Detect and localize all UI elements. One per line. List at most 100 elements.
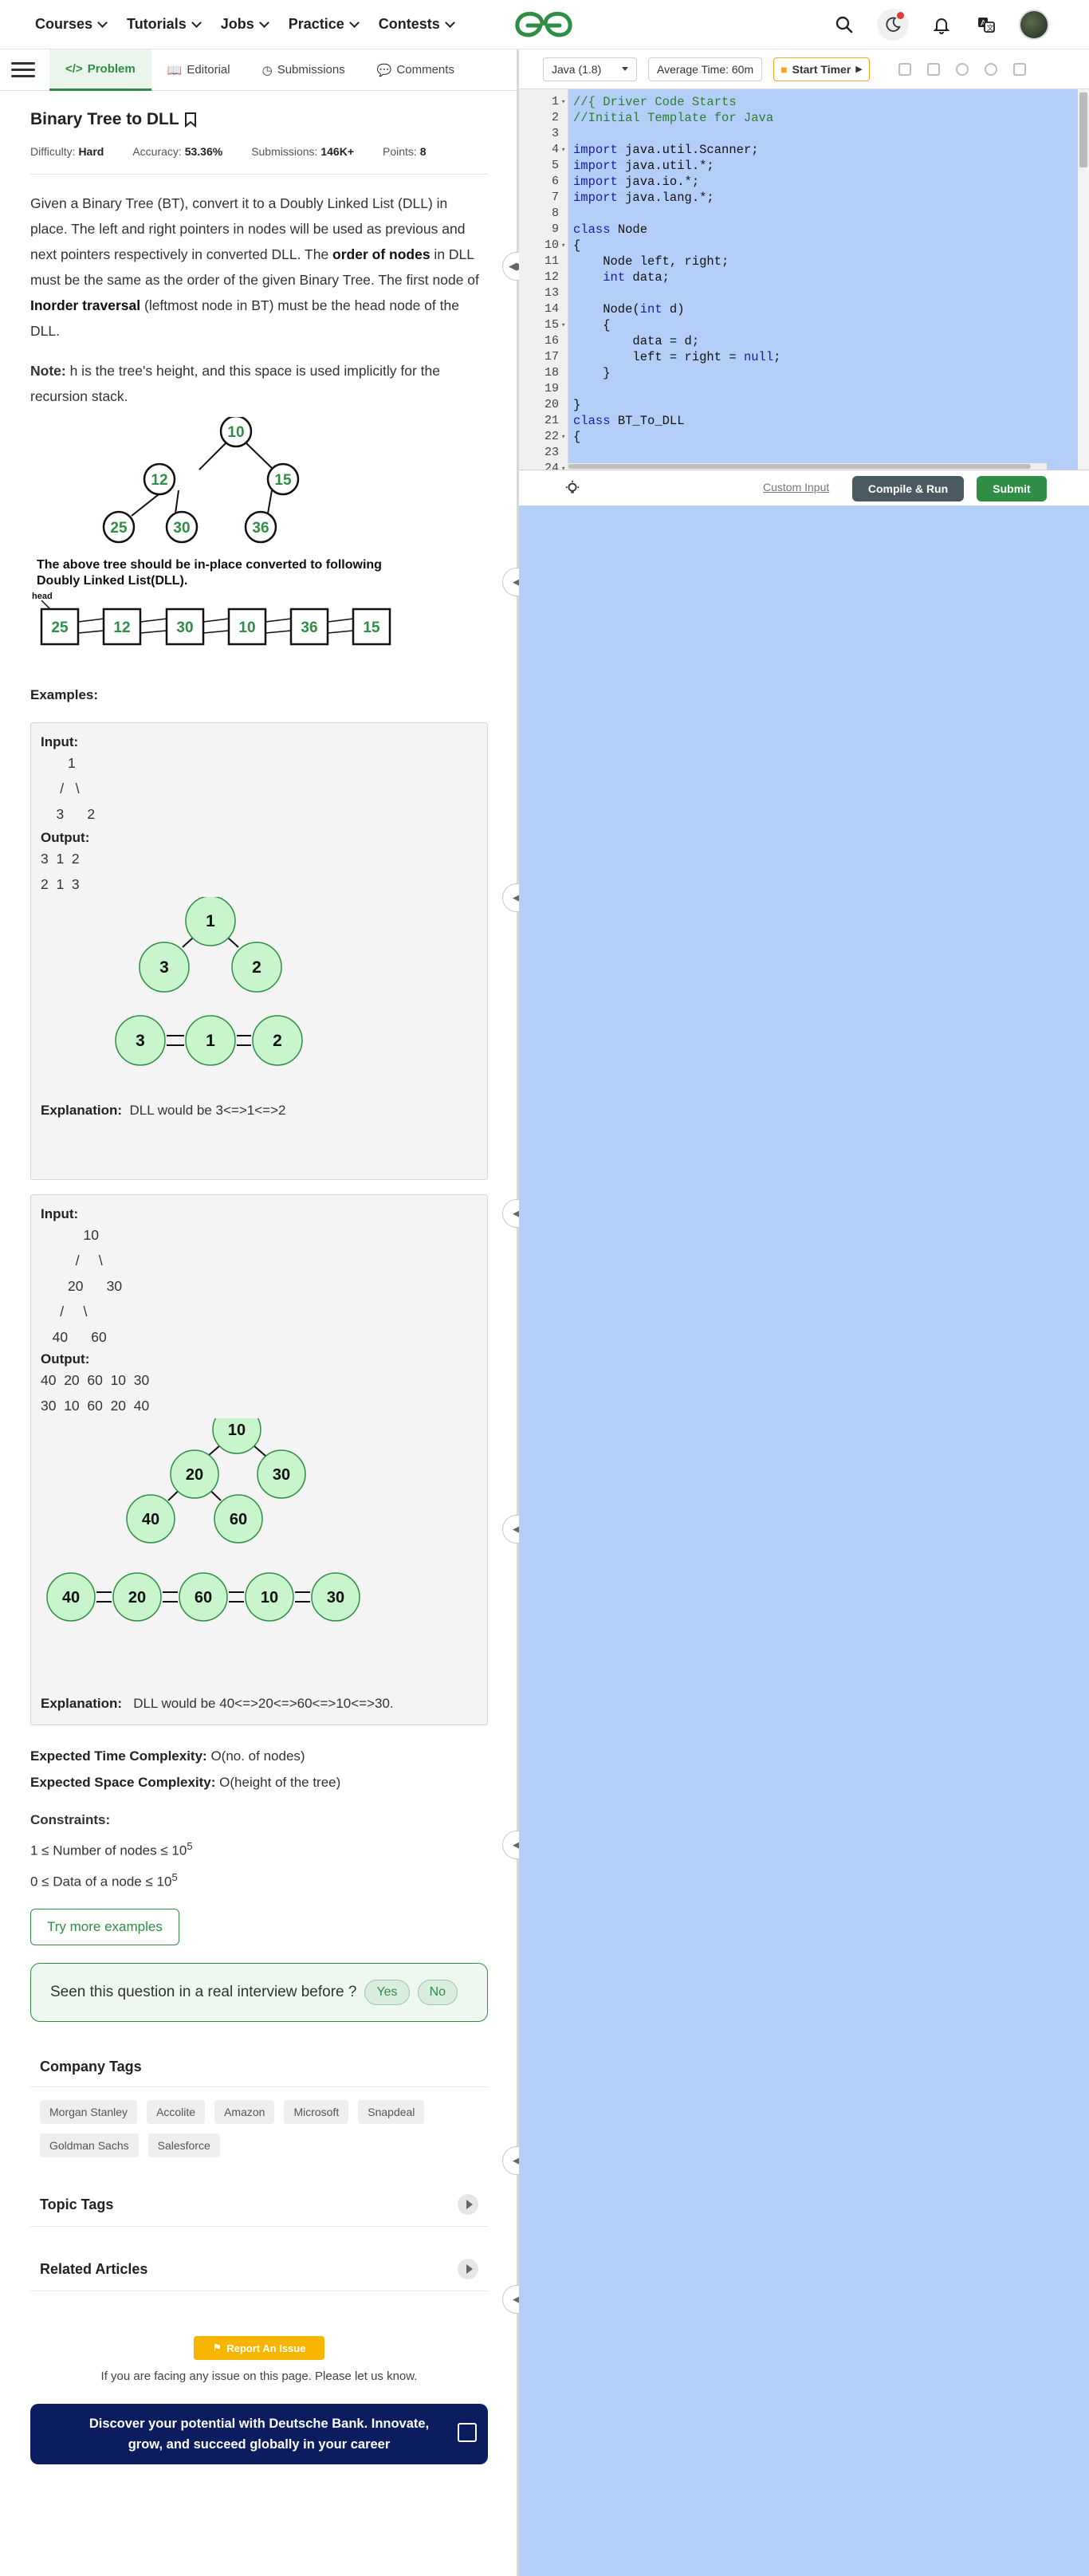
- expand-arrow-icon[interactable]: [458, 2194, 478, 2216]
- code-text: data = d;: [573, 334, 700, 348]
- expand-arrow-icon[interactable]: [458, 2259, 478, 2280]
- fig1-dll-12: 12: [113, 619, 130, 636]
- tab-editorial[interactable]: 📖 Editorial: [151, 49, 246, 91]
- ex1-input-line-2: / \: [41, 781, 80, 796]
- company-tags-heading: Company Tags: [30, 2059, 488, 2088]
- nav-practice[interactable]: Practice: [289, 16, 360, 33]
- ex1-tree-node-2: 2: [252, 958, 261, 977]
- editor-vertical-scrollbar[interactable]: [1078, 89, 1089, 470]
- time-complexity: Expected Time Complexity: O(no. of nodes…: [30, 1748, 305, 1764]
- gfg-logo[interactable]: [512, 8, 576, 40]
- nav-jobs[interactable]: Jobs: [221, 16, 269, 33]
- bell-icon[interactable]: [930, 13, 953, 37]
- problem-note: Note: h is the tree's height, and this s…: [30, 363, 440, 404]
- start-timer-button[interactable]: ■ Start Timer ▶: [773, 57, 870, 81]
- nav-courses[interactable]: Courses: [35, 16, 108, 33]
- company-tag[interactable]: Morgan Stanley: [40, 2100, 138, 2125]
- average-time: Average Time: 60m: [648, 57, 763, 81]
- chevron-down-icon: [97, 17, 108, 28]
- company-tag[interactable]: Amazon: [214, 2100, 275, 2125]
- ex1-explanation: Explanation: DLL would be 3<=>1<=>2: [41, 1103, 286, 1118]
- fold-toggle-icon[interactable]: ▾: [561, 142, 565, 158]
- search-icon[interactable]: [832, 13, 856, 37]
- tab-submissions-label: Submissions: [277, 63, 345, 77]
- fullscreen-icon[interactable]: [1012, 62, 1026, 76]
- ex2-tree-node-60: 60: [230, 1511, 247, 1528]
- line-number: 12: [544, 270, 559, 284]
- ex1-output-line-2: 2 1 3: [41, 876, 80, 892]
- yes-button[interactable]: Yes: [364, 1980, 410, 2006]
- problem-description: Given a Binary Tree (BT), convert it to …: [30, 195, 479, 339]
- related-articles-heading[interactable]: Related Articles: [30, 2259, 488, 2292]
- lightbulb-icon[interactable]: [564, 480, 581, 498]
- ex2-output-line-1: 40 20 60 10 30: [41, 1372, 150, 1388]
- user-avatar[interactable]: [1019, 10, 1049, 40]
- copy-icon[interactable]: [898, 62, 911, 76]
- editor-horizontal-scrollbar[interactable]: [568, 463, 1047, 470]
- no-button[interactable]: No: [417, 1980, 458, 2006]
- custom-input-link[interactable]: Custom Input: [763, 481, 829, 494]
- company-tag[interactable]: Goldman Sachs: [40, 2134, 139, 2158]
- ex2-dll-20: 20: [128, 1589, 146, 1607]
- bookmark-icon[interactable]: [184, 112, 197, 128]
- upload-icon[interactable]: [926, 62, 940, 76]
- tab-editorial-label: Editorial: [187, 63, 230, 77]
- dark-mode-toggle[interactable]: [877, 9, 909, 41]
- nav-tutorials-label: Tutorials: [127, 16, 187, 32]
- code-text: class Node: [573, 222, 648, 237]
- report-issue-button[interactable]: ⚑ Report An Issue: [194, 2336, 324, 2361]
- tab-comments[interactable]: 💬 Comments: [361, 49, 470, 91]
- company-tag[interactable]: Snapdeal: [358, 2100, 425, 2125]
- ex2-input-line-1: 10: [41, 1227, 99, 1243]
- line-number: 3: [551, 127, 559, 140]
- problem-title-row: Binary Tree to DLL: [30, 110, 488, 129]
- company-tag[interactable]: Accolite: [147, 2100, 206, 2125]
- ex2-output-line-2: 30 10 60 20 40: [41, 1398, 150, 1414]
- code-text: {: [573, 238, 581, 253]
- try-more-examples-button[interactable]: Try more examples: [30, 1909, 179, 1946]
- reset-icon[interactable]: [984, 62, 997, 76]
- line-number: 9: [551, 222, 559, 236]
- promo-banner[interactable]: Discover your potential with Deutsche Ba…: [30, 2404, 488, 2465]
- ex2-input-line-5: 40 60: [41, 1329, 107, 1345]
- fold-toggle-icon[interactable]: ▾: [561, 94, 565, 110]
- line-number: 13: [544, 286, 559, 300]
- settings-icon[interactable]: [955, 62, 969, 76]
- translate-icon[interactable]: A文: [974, 13, 998, 37]
- company-tag[interactable]: Microsoft: [284, 2100, 349, 2125]
- constraints: Constraints: 1 ≤ Number of nodes ≤ 105 0…: [30, 1807, 488, 1894]
- external-link-icon[interactable]: [458, 2423, 477, 2443]
- line-number: 19: [544, 382, 559, 395]
- hamburger-menu-icon[interactable]: [11, 62, 35, 77]
- ex2-dll-40: 40: [62, 1589, 80, 1607]
- language-select[interactable]: Java (1.8): [543, 57, 637, 81]
- ex2-dll-10: 10: [261, 1589, 278, 1607]
- tab-comments-label: Comments: [396, 63, 454, 77]
- line-number: 21: [544, 414, 559, 427]
- caret-down-icon: [622, 67, 628, 71]
- ex1-dll-3: 3: [136, 1032, 145, 1050]
- line-number: 8: [551, 206, 559, 220]
- start-timer-label: Start Timer: [792, 62, 851, 76]
- fold-toggle-icon[interactable]: ▾: [561, 238, 565, 254]
- ex1-dll-1: 1: [206, 1032, 215, 1050]
- fold-toggle-icon[interactable]: ▾: [561, 317, 565, 333]
- topic-tags-heading[interactable]: Topic Tags: [30, 2194, 488, 2228]
- code-editor[interactable]: 1 ▾//{ Driver Code Starts 2//Initial Templ…: [519, 89, 1089, 470]
- problem-title: Binary Tree to DLL: [30, 110, 179, 128]
- ex1-input-line-3: 3 2: [41, 806, 96, 822]
- tab-submissions[interactable]: ◷ Submissions: [246, 49, 361, 91]
- nav-contests[interactable]: Contests: [379, 16, 455, 33]
- code-text: Node(int d): [573, 302, 685, 317]
- chevron-down-icon: [191, 17, 202, 28]
- code-text: }: [573, 366, 611, 380]
- problem-meta: Difficulty: Hard Accuracy: 53.36% Submis…: [30, 145, 488, 175]
- fold-toggle-icon[interactable]: ▾: [561, 429, 565, 445]
- nav-tutorials[interactable]: Tutorials: [127, 16, 202, 33]
- tab-problem[interactable]: </> Problem: [49, 49, 151, 91]
- compile-run-button[interactable]: Compile & Run: [852, 476, 964, 501]
- company-tag[interactable]: Salesforce: [147, 2134, 220, 2158]
- code-text: import java.io.*;: [573, 175, 700, 189]
- fold-toggle-icon[interactable]: ▾: [561, 461, 565, 470]
- submit-button[interactable]: Submit: [977, 476, 1047, 501]
